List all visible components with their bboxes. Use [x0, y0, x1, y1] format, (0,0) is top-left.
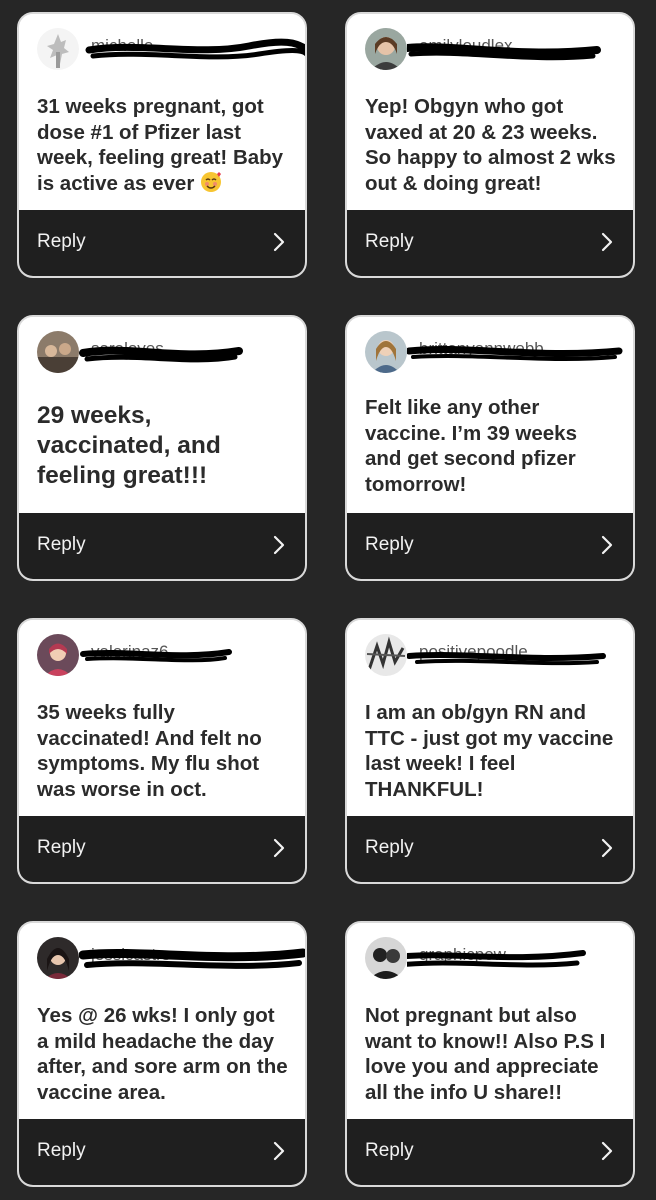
reply-label: Reply [37, 534, 86, 555]
comment-card: michelle 31 weeks pregnant, got dose #1 … [17, 12, 307, 278]
reply-label: Reply [37, 1140, 86, 1161]
comment-text: 35 weeks fully vaccinated! And felt no s… [37, 701, 262, 801]
avatar[interactable] [365, 937, 407, 979]
comment-body: 31 weeks pregnant, got dose #1 of Pfizer… [37, 95, 284, 195]
comment-card: positivepoodle I am an ob/gyn RN and TTC… [345, 618, 635, 884]
chevron-right-icon [273, 838, 285, 858]
username[interactable]: saraloves [91, 339, 164, 359]
avatar[interactable] [365, 331, 407, 373]
comment-text: Not pregnant but also want to know!! Als… [365, 1004, 606, 1104]
card-header: jessicastrs Yes @ 26 wks! I only got a m… [19, 923, 305, 1123]
comment-card: brittanyannwebb Felt like any other vacc… [345, 315, 635, 581]
reply-button[interactable]: Reply [347, 513, 633, 579]
smiling-face-with-hearts-icon [200, 171, 222, 193]
username[interactable]: emilyloudlex [419, 36, 513, 56]
chevron-right-icon [273, 232, 285, 252]
avatar[interactable] [37, 937, 79, 979]
card-header: valerinaz6 35 weeks fully vaccinated! An… [19, 620, 305, 820]
comment-grid: michelle 31 weeks pregnant, got dose #1 … [0, 0, 656, 1200]
comment-card: valerinaz6 35 weeks fully vaccinated! An… [17, 618, 307, 884]
reply-label: Reply [365, 231, 414, 252]
reply-button[interactable]: Reply [347, 816, 633, 882]
card-header: graphicpow Not pregnant but also want to… [347, 923, 633, 1123]
comment-card: saraloves 29 weeks, vaccinated, and feel… [17, 315, 307, 581]
avatar[interactable] [365, 28, 407, 70]
username[interactable]: michelle [91, 36, 153, 56]
username[interactable]: jessicastrs [91, 945, 170, 965]
chevron-right-icon [601, 838, 613, 858]
card-header: brittanyannwebb Felt like any other vacc… [347, 317, 633, 517]
comment-text: Yep! Obgyn who got vaxed at 20 & 23 week… [365, 95, 616, 195]
avatar[interactable] [37, 331, 79, 373]
reply-label: Reply [37, 837, 86, 858]
chevron-right-icon [273, 1141, 285, 1161]
comment-card: jessicastrs Yes @ 26 wks! I only got a m… [17, 921, 307, 1187]
username[interactable]: valerinaz6 [91, 642, 169, 662]
reply-label: Reply [365, 1140, 414, 1161]
comment-card: graphicpow Not pregnant but also want to… [345, 921, 635, 1187]
chevron-right-icon [273, 535, 285, 555]
reply-button[interactable]: Reply [347, 1119, 633, 1185]
chevron-right-icon [601, 1141, 613, 1161]
comment-text: Yes @ 26 wks! I only got a mild headache… [37, 1004, 288, 1104]
reply-label: Reply [365, 837, 414, 858]
username[interactable]: positivepoodle [419, 642, 528, 662]
comment-text: Felt like any other vaccine. I’m 39 week… [365, 396, 577, 496]
reply-button[interactable]: Reply [19, 1119, 305, 1185]
reply-button[interactable]: Reply [19, 816, 305, 882]
card-header: michelle 31 weeks pregnant, got dose #1 … [19, 14, 305, 214]
reply-label: Reply [365, 534, 414, 555]
reply-button[interactable]: Reply [19, 210, 305, 276]
comment-text: I am an ob/gyn RN and TTC - just got my … [365, 701, 614, 801]
reply-button[interactable]: Reply [347, 210, 633, 276]
reply-button[interactable]: Reply [19, 513, 305, 579]
username[interactable]: graphicpow [419, 945, 506, 965]
comment-card: emilyloudlex Yep! Obgyn who got vaxed at… [345, 12, 635, 278]
chevron-right-icon [601, 232, 613, 252]
username[interactable]: brittanyannwebb [419, 339, 544, 359]
comment-text: 29 weeks, vaccinated, and feeling great!… [37, 402, 221, 489]
card-header: emilyloudlex Yep! Obgyn who got vaxed at… [347, 14, 633, 214]
card-header: positivepoodle I am an ob/gyn RN and TTC… [347, 620, 633, 820]
avatar[interactable] [37, 28, 79, 70]
reply-label: Reply [37, 231, 86, 252]
chevron-right-icon [601, 535, 613, 555]
comment-text: 31 weeks pregnant, got dose #1 of Pfizer… [37, 94, 291, 196]
card-header: saraloves 29 weeks, vaccinated, and feel… [19, 317, 305, 517]
avatar[interactable] [37, 634, 79, 676]
avatar[interactable] [365, 634, 407, 676]
